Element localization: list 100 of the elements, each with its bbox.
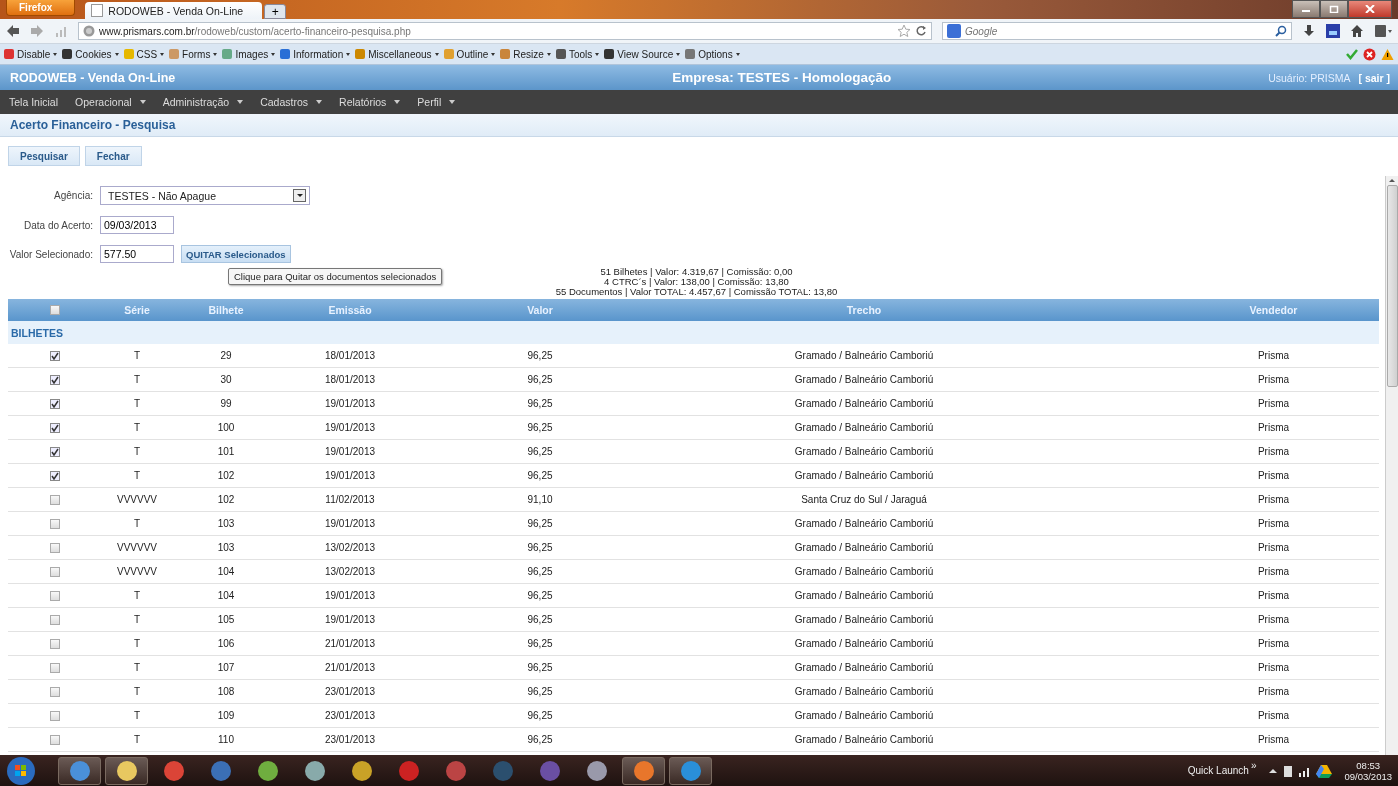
row-checkbox[interactable]	[50, 710, 60, 721]
download-icon[interactable]	[1302, 24, 1316, 38]
toolbar-menu[interactable]: Miscellaneous	[355, 48, 439, 60]
menu-item[interactable]: Perfil	[417, 96, 456, 108]
table-cell: 103	[217, 542, 235, 553]
toolbar-menu[interactable]: Forms	[169, 48, 218, 60]
date-field[interactable]: 09/03/2013	[100, 216, 174, 234]
taskbar-app-icon[interactable]	[58, 756, 101, 785]
select-all-checkbox[interactable]	[50, 305, 60, 315]
maximize-icon	[1329, 5, 1339, 13]
menu-item[interactable]: Relatórios	[339, 96, 401, 108]
toolbar-menu[interactable]: Options	[685, 48, 740, 60]
back-icon[interactable]	[6, 24, 20, 38]
menu-item[interactable]: Cadastros	[260, 96, 323, 108]
minimize-button[interactable]	[1292, 0, 1320, 18]
row-checkbox[interactable]	[50, 734, 60, 745]
clock-date[interactable]: 09/03/2013	[1344, 770, 1392, 782]
new-tab-button[interactable]: +	[264, 4, 287, 19]
agency-select[interactable]: TESTES - Não Apague	[100, 186, 310, 205]
start-button[interactable]	[6, 755, 36, 786]
table-cell: Gramado / Balneário Camboriú	[794, 734, 934, 745]
toolbar-menu[interactable]: Outline	[443, 48, 496, 60]
taskbar-app-icon[interactable]	[105, 756, 148, 785]
star-icon[interactable]	[897, 24, 911, 38]
table-cell: 23/01/2013	[324, 710, 376, 721]
table-cell: 11/02/2013	[325, 494, 375, 505]
table-cell: T	[133, 662, 141, 673]
action-button[interactable]: Fechar	[84, 146, 142, 166]
row-checkbox[interactable]	[50, 614, 60, 625]
toolbar-menu[interactable]: Cookies	[62, 48, 119, 60]
row-checkbox[interactable]	[50, 446, 60, 457]
caret-icon	[394, 100, 401, 104]
toolbar-menu[interactable]: View Source	[604, 48, 681, 60]
company-title: Empresa: TESTES - Homologação	[672, 70, 892, 85]
summary-line: 4 CTRC´s | Valor: 138,00 | Comissão: 13,80	[604, 277, 789, 287]
maximize-button[interactable]	[1320, 0, 1348, 18]
row-checkbox[interactable]	[50, 374, 60, 385]
row-checkbox[interactable]	[50, 638, 60, 649]
table-cell: Prisma	[1257, 614, 1290, 625]
table-cell: Gramado / Balneário Camboriú	[794, 446, 934, 457]
row-checkbox[interactable]	[50, 662, 60, 673]
row-checkbox[interactable]	[50, 590, 60, 601]
page-title: Acerto Financeiro - Pesquisa	[10, 118, 176, 132]
chevron-button[interactable]: »	[1250, 760, 1257, 771]
table-cell: Prisma	[1257, 590, 1290, 601]
toolbar-menu[interactable]: Tools	[555, 48, 600, 60]
action-button[interactable]: Pesquisar	[8, 146, 80, 166]
url-field[interactable]: www.prismars.com.br/rodoweb/custom/acerto-financeiro-pesquisa.php	[78, 22, 932, 40]
dropdown-icon[interactable]	[293, 189, 306, 202]
drive-icon[interactable]	[1316, 763, 1333, 778]
table-cell: 19/01/2013	[324, 446, 376, 457]
table-cell: 110	[218, 734, 234, 745]
table-cell: VVVVVV	[117, 542, 157, 553]
clock-time[interactable]: 08:53	[1356, 759, 1381, 771]
row-checkbox[interactable]	[50, 470, 60, 481]
table-cell: Prisma	[1257, 542, 1290, 553]
table-cell: 109	[217, 710, 235, 721]
row-checkbox[interactable]	[50, 350, 60, 361]
quick-launch-label[interactable]: Quick Launch	[1187, 765, 1249, 776]
table-cell: 96,25	[527, 710, 553, 721]
value-field[interactable]: 577.50	[100, 245, 174, 263]
extension-icon[interactable]	[1326, 24, 1340, 38]
search-icon[interactable]	[1275, 25, 1287, 37]
table-cell: 96,25	[527, 518, 553, 529]
row-checkbox[interactable]	[50, 494, 60, 505]
taskbar-app-icon[interactable]	[669, 756, 712, 785]
row-checkbox[interactable]	[50, 566, 60, 577]
table-cell: T	[133, 422, 141, 433]
menu-item[interactable]: Operacional	[75, 96, 146, 108]
taskbar-app-icon[interactable]	[622, 756, 665, 785]
menu-item[interactable]: Administração	[162, 96, 244, 108]
table-cell: 104	[217, 566, 235, 577]
table-cell: 96,25	[527, 470, 553, 481]
row-checkbox[interactable]	[50, 542, 60, 553]
row-checkbox[interactable]	[50, 422, 60, 433]
toolbar-menu[interactable]: Images	[222, 48, 276, 60]
settle-button[interactable]: QUITAR Selecionados	[181, 245, 291, 263]
toolbar-menu[interactable]: Resize	[500, 48, 551, 60]
table-cell: 21/01/2013	[324, 662, 376, 673]
home-icon[interactable]	[1350, 24, 1364, 38]
menu-item[interactable]: Tela Inicial	[9, 96, 59, 108]
table-cell: Gramado / Balneário Camboriú	[794, 398, 934, 409]
row-checkbox[interactable]	[50, 518, 60, 529]
toolbar-menu[interactable]: Information	[280, 48, 351, 60]
close-button[interactable]	[1348, 0, 1392, 18]
reload-icon[interactable]	[915, 25, 927, 37]
table-cell: 96,25	[527, 542, 553, 553]
warning-icon	[1381, 47, 1394, 61]
browser-tab[interactable]: RODOWEB - Venda On-Line	[85, 2, 263, 19]
toolbar-menu[interactable]: CSS	[123, 48, 165, 60]
scrollbar[interactable]	[1385, 176, 1398, 755]
toolbar-menu[interactable]: Disable	[4, 48, 58, 60]
table-cell: Gramado / Balneário Camboriú	[794, 350, 934, 361]
search-bar[interactable]: Google	[942, 22, 1292, 40]
bookmarks-icon[interactable]	[1374, 24, 1392, 38]
row-checkbox[interactable]	[50, 686, 60, 697]
table-cell: Gramado / Balneário Camboriú	[794, 662, 934, 673]
table-cell: Prisma	[1257, 710, 1290, 721]
row-checkbox[interactable]	[50, 398, 60, 409]
user-label: Usuário: PRISMA	[1268, 71, 1351, 84]
